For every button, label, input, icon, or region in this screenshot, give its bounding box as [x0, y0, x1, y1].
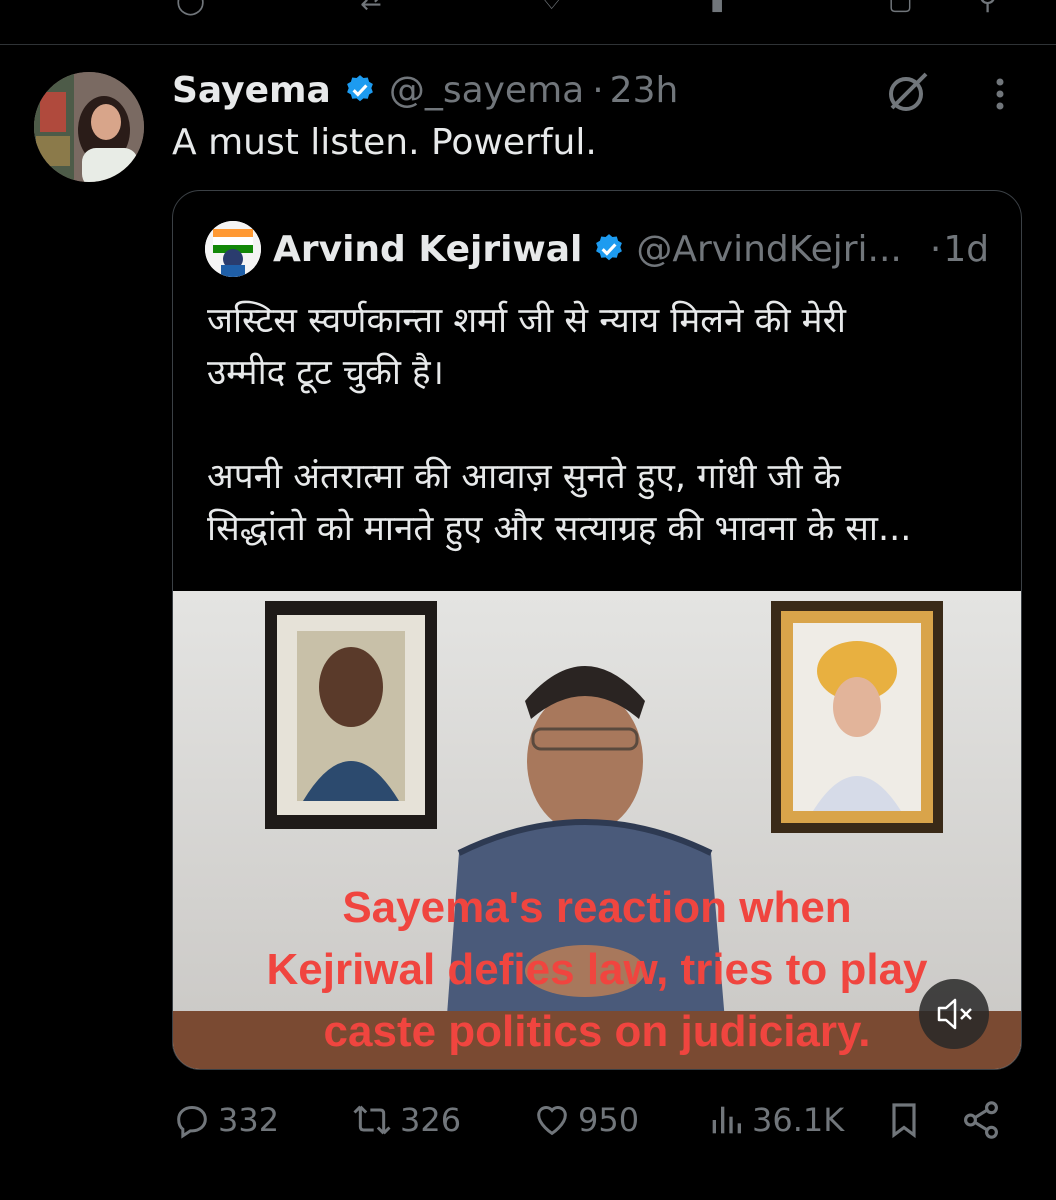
- quoted-author-name[interactable]: Arvind Kejriwal: [273, 229, 582, 270]
- previous-tweet-actions: ◯ ⇄ ♡ ▮ ▢ ⚲: [0, 0, 1056, 45]
- share-button[interactable]: [960, 1090, 1002, 1150]
- retweet-button[interactable]: 326: [350, 1090, 461, 1150]
- tweet-actions: 332 326 950 36.1K: [172, 1090, 1032, 1150]
- video-caption-line: Kejriwal defies law, tries to play: [266, 945, 928, 994]
- video-player[interactable]: Sayema's reaction when Kejriwal defies l…: [173, 591, 1021, 1069]
- reply-count: 332: [218, 1101, 280, 1139]
- views-icon: [712, 1106, 741, 1134]
- quoted-header: Arvind Kejriwal @ArvindKejri... · 1d: [273, 225, 989, 273]
- bookmark-icon[interactable]: ▢: [888, 0, 913, 16]
- video-caption-line: Sayema's reaction when: [342, 883, 852, 932]
- like-icon: [537, 1106, 567, 1136]
- bookmark-icon: [892, 1103, 916, 1139]
- views-count: 36.1K: [752, 1101, 845, 1139]
- quoted-text: जस्टिस स्वर्णकान्ता शर्मा जी से न्याय मि…: [207, 295, 997, 555]
- quoted-author-handle[interactable]: @ArvindKejri...: [636, 229, 902, 270]
- bookmark-button[interactable]: [884, 1090, 924, 1150]
- reply-icon: [177, 1105, 207, 1139]
- tweet-header: Sayema @_sayema · 23h: [172, 66, 678, 114]
- next-tweet-edge: [0, 1170, 1056, 1200]
- avatar[interactable]: [34, 72, 144, 182]
- quoted-text-line: अपनी अंतरात्मा की आवाज़ सुनते हुए, गांधी…: [207, 457, 841, 497]
- avatar-image: [34, 72, 144, 182]
- author-name[interactable]: Sayema: [172, 70, 331, 111]
- verified-badge-icon: [596, 234, 623, 261]
- retweet-count: 326: [400, 1101, 462, 1139]
- tweet[interactable]: Sayema @_sayema · 23h A must listen. Pow…: [0, 44, 1056, 1171]
- like-count: 950: [578, 1101, 640, 1139]
- video-caption-line: caste politics on judiciary.: [323, 1007, 871, 1056]
- views-icon[interactable]: ▮: [710, 0, 724, 16]
- mute-button[interactable]: [919, 979, 989, 1049]
- grok-icon[interactable]: [884, 68, 932, 116]
- views-button[interactable]: 36.1K: [706, 1090, 844, 1150]
- verified-badge-icon: [346, 75, 373, 102]
- mute-icon: [937, 998, 972, 1030]
- video-caption: Sayema's reaction when Kejriwal defies l…: [173, 877, 1021, 1063]
- retweet-icon[interactable]: ⇄: [360, 0, 382, 16]
- reply-icon[interactable]: ◯: [176, 0, 205, 16]
- quoted-text-line: उम्मीद टूट चुकी है।: [207, 353, 444, 393]
- like-button[interactable]: 950: [532, 1090, 639, 1150]
- share-icon: [964, 1101, 998, 1139]
- quoted-text-line: जस्टिस स्वर्णकान्ता शर्मा जी से न्याय मि…: [207, 301, 846, 341]
- retweet-icon: [353, 1105, 391, 1135]
- like-icon[interactable]: ♡: [540, 0, 563, 16]
- author-handle[interactable]: @_sayema: [389, 70, 584, 111]
- quoted-tweet[interactable]: Arvind Kejriwal @ArvindKejri... · 1d जस्…: [172, 190, 1022, 1070]
- more-vertical-icon[interactable]: [982, 72, 1018, 116]
- timestamp[interactable]: 23h: [610, 70, 679, 111]
- quoted-timestamp[interactable]: 1d: [943, 229, 989, 270]
- tweet-text: A must listen. Powerful.: [172, 122, 597, 163]
- quoted-avatar-image: [205, 221, 261, 277]
- share-icon[interactable]: ⚲: [978, 0, 997, 16]
- quoted-separator: ·: [929, 228, 942, 270]
- reply-button[interactable]: 332: [172, 1090, 279, 1150]
- separator: ·: [592, 69, 604, 111]
- quoted-avatar[interactable]: [205, 221, 261, 277]
- quoted-text-line: सिद्धांतो को मानते हुए और सत्याग्रह की भ…: [207, 509, 912, 549]
